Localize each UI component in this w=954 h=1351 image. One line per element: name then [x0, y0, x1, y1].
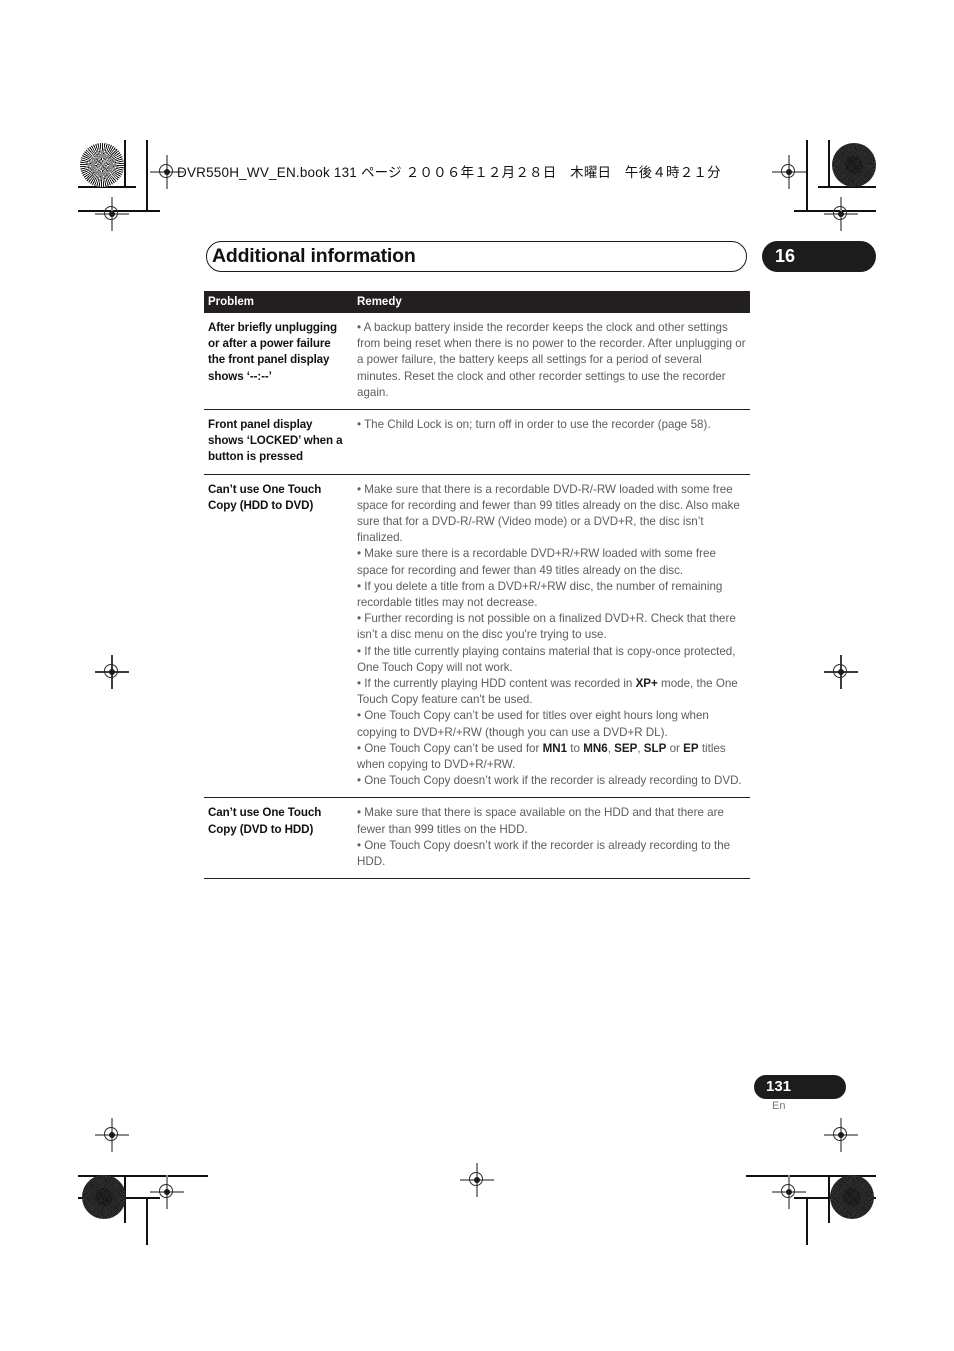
remedy-bullet: • One Touch Copy can’t be used for title… [357, 709, 709, 739]
problem-cell: Can’t use One Touch Copy (DVD to HDD) [204, 797, 353, 880]
crop-mark-bottom-left-vertical-2 [146, 1197, 148, 1245]
registration-mark-right-upper [824, 197, 858, 231]
registration-starburst-bottom-left [82, 1175, 126, 1219]
remedy-cell: • Make sure that there is a recordable D… [353, 474, 750, 799]
chapter-number: 16 [775, 246, 796, 266]
page-number-badge: 131 [754, 1075, 846, 1099]
remedy-bullet: • One Touch Copy doesn’t work if the rec… [357, 838, 731, 869]
crop-mark-top-left-vertical-2 [146, 140, 148, 212]
problem-cell: Can’t use One Touch Copy (HDD to DVD) [204, 474, 353, 799]
crop-mark-top-left-vertical [124, 140, 126, 188]
remedy-bullet: • Further recording is not possible on a… [357, 612, 736, 642]
table-row: After briefly unplugging or after a powe… [204, 313, 750, 411]
remedy-bullet: • If you delete a title from a DVD+R/+RW… [357, 579, 723, 610]
remedy-bullet: • One Touch Copy doesn’t work if the rec… [357, 774, 742, 788]
book-file-header: DVR550H_WV_EN.book 131 ページ ２００６年１２月２８日 木… [177, 165, 721, 180]
page-number: 131 [766, 1078, 792, 1095]
crop-mark-top-right-vertical-2 [806, 140, 808, 212]
remedy-bullet: • One Touch Copy can’t be used for MN1 t… [357, 741, 726, 772]
problem-cell: After briefly unplugging or after a powe… [204, 313, 353, 411]
table-row: Can’t use One Touch Copy (HDD to DVD) • M… [204, 474, 750, 799]
registration-mark-bottom-left [150, 1175, 184, 1209]
registration-mark-bottom-right [772, 1175, 806, 1209]
table-row: Front panel display shows ‘LOCKED’ when … [204, 409, 750, 475]
crop-mark-top-right-vertical [828, 140, 830, 188]
table-header-row: Problem Remedy [204, 291, 750, 313]
registration-mark-bottom-center [460, 1163, 494, 1197]
registration-mark-top-right [772, 155, 806, 189]
remedy-cell: • A backup battery inside the recorder k… [353, 313, 750, 411]
remedy-bullet: • Make sure that there is space availabl… [357, 806, 724, 836]
remedy-bullet: • If the title currently playing contain… [357, 644, 736, 674]
registration-mark-right-middle [824, 655, 858, 689]
page-title: Additional information [212, 245, 416, 267]
crop-mark-top-right-horizontal [818, 186, 876, 188]
table-row: Can’t use One Touch Copy (DVD to HDD) • M… [204, 797, 750, 880]
remedy-bullet: • If the currently playing HDD content w… [357, 677, 738, 707]
crop-mark-bottom-right-vertical-2 [806, 1197, 808, 1245]
remedy-bullet: • Make sure that there is a recordable D… [357, 482, 740, 545]
remedy-bullet: • A backup battery inside the recorder k… [357, 321, 746, 399]
remedy-cell: • Make sure that there is space availabl… [353, 797, 750, 880]
troubleshooting-table: Problem Remedy After briefly unplugging … [204, 291, 750, 880]
column-header-problem: Problem [204, 291, 353, 313]
remedy-cell: • The Child Lock is on; turn off in orde… [353, 409, 750, 475]
chapter-number-badge: 16 [762, 241, 876, 272]
registration-mark-right-lower [824, 1118, 858, 1152]
table-body: After briefly unplugging or after a powe… [204, 313, 750, 880]
problem-cell: Front panel display shows ‘LOCKED’ when … [204, 409, 353, 475]
page-language-code: En [772, 1100, 786, 1112]
registration-mark-left-middle [95, 655, 129, 689]
remedy-bullet: • The Child Lock is on; turn off in orde… [357, 418, 711, 432]
registration-mark-left-lower [95, 1118, 129, 1152]
registration-starburst-bottom-right [830, 1175, 874, 1219]
column-header-remedy: Remedy [353, 291, 750, 313]
registration-starburst-top-right [832, 143, 876, 187]
remedy-bullet: • Make sure there is a recordable DVD+R/… [357, 547, 716, 577]
registration-starburst-top-left [80, 143, 124, 187]
registration-mark-left-upper [95, 197, 129, 231]
